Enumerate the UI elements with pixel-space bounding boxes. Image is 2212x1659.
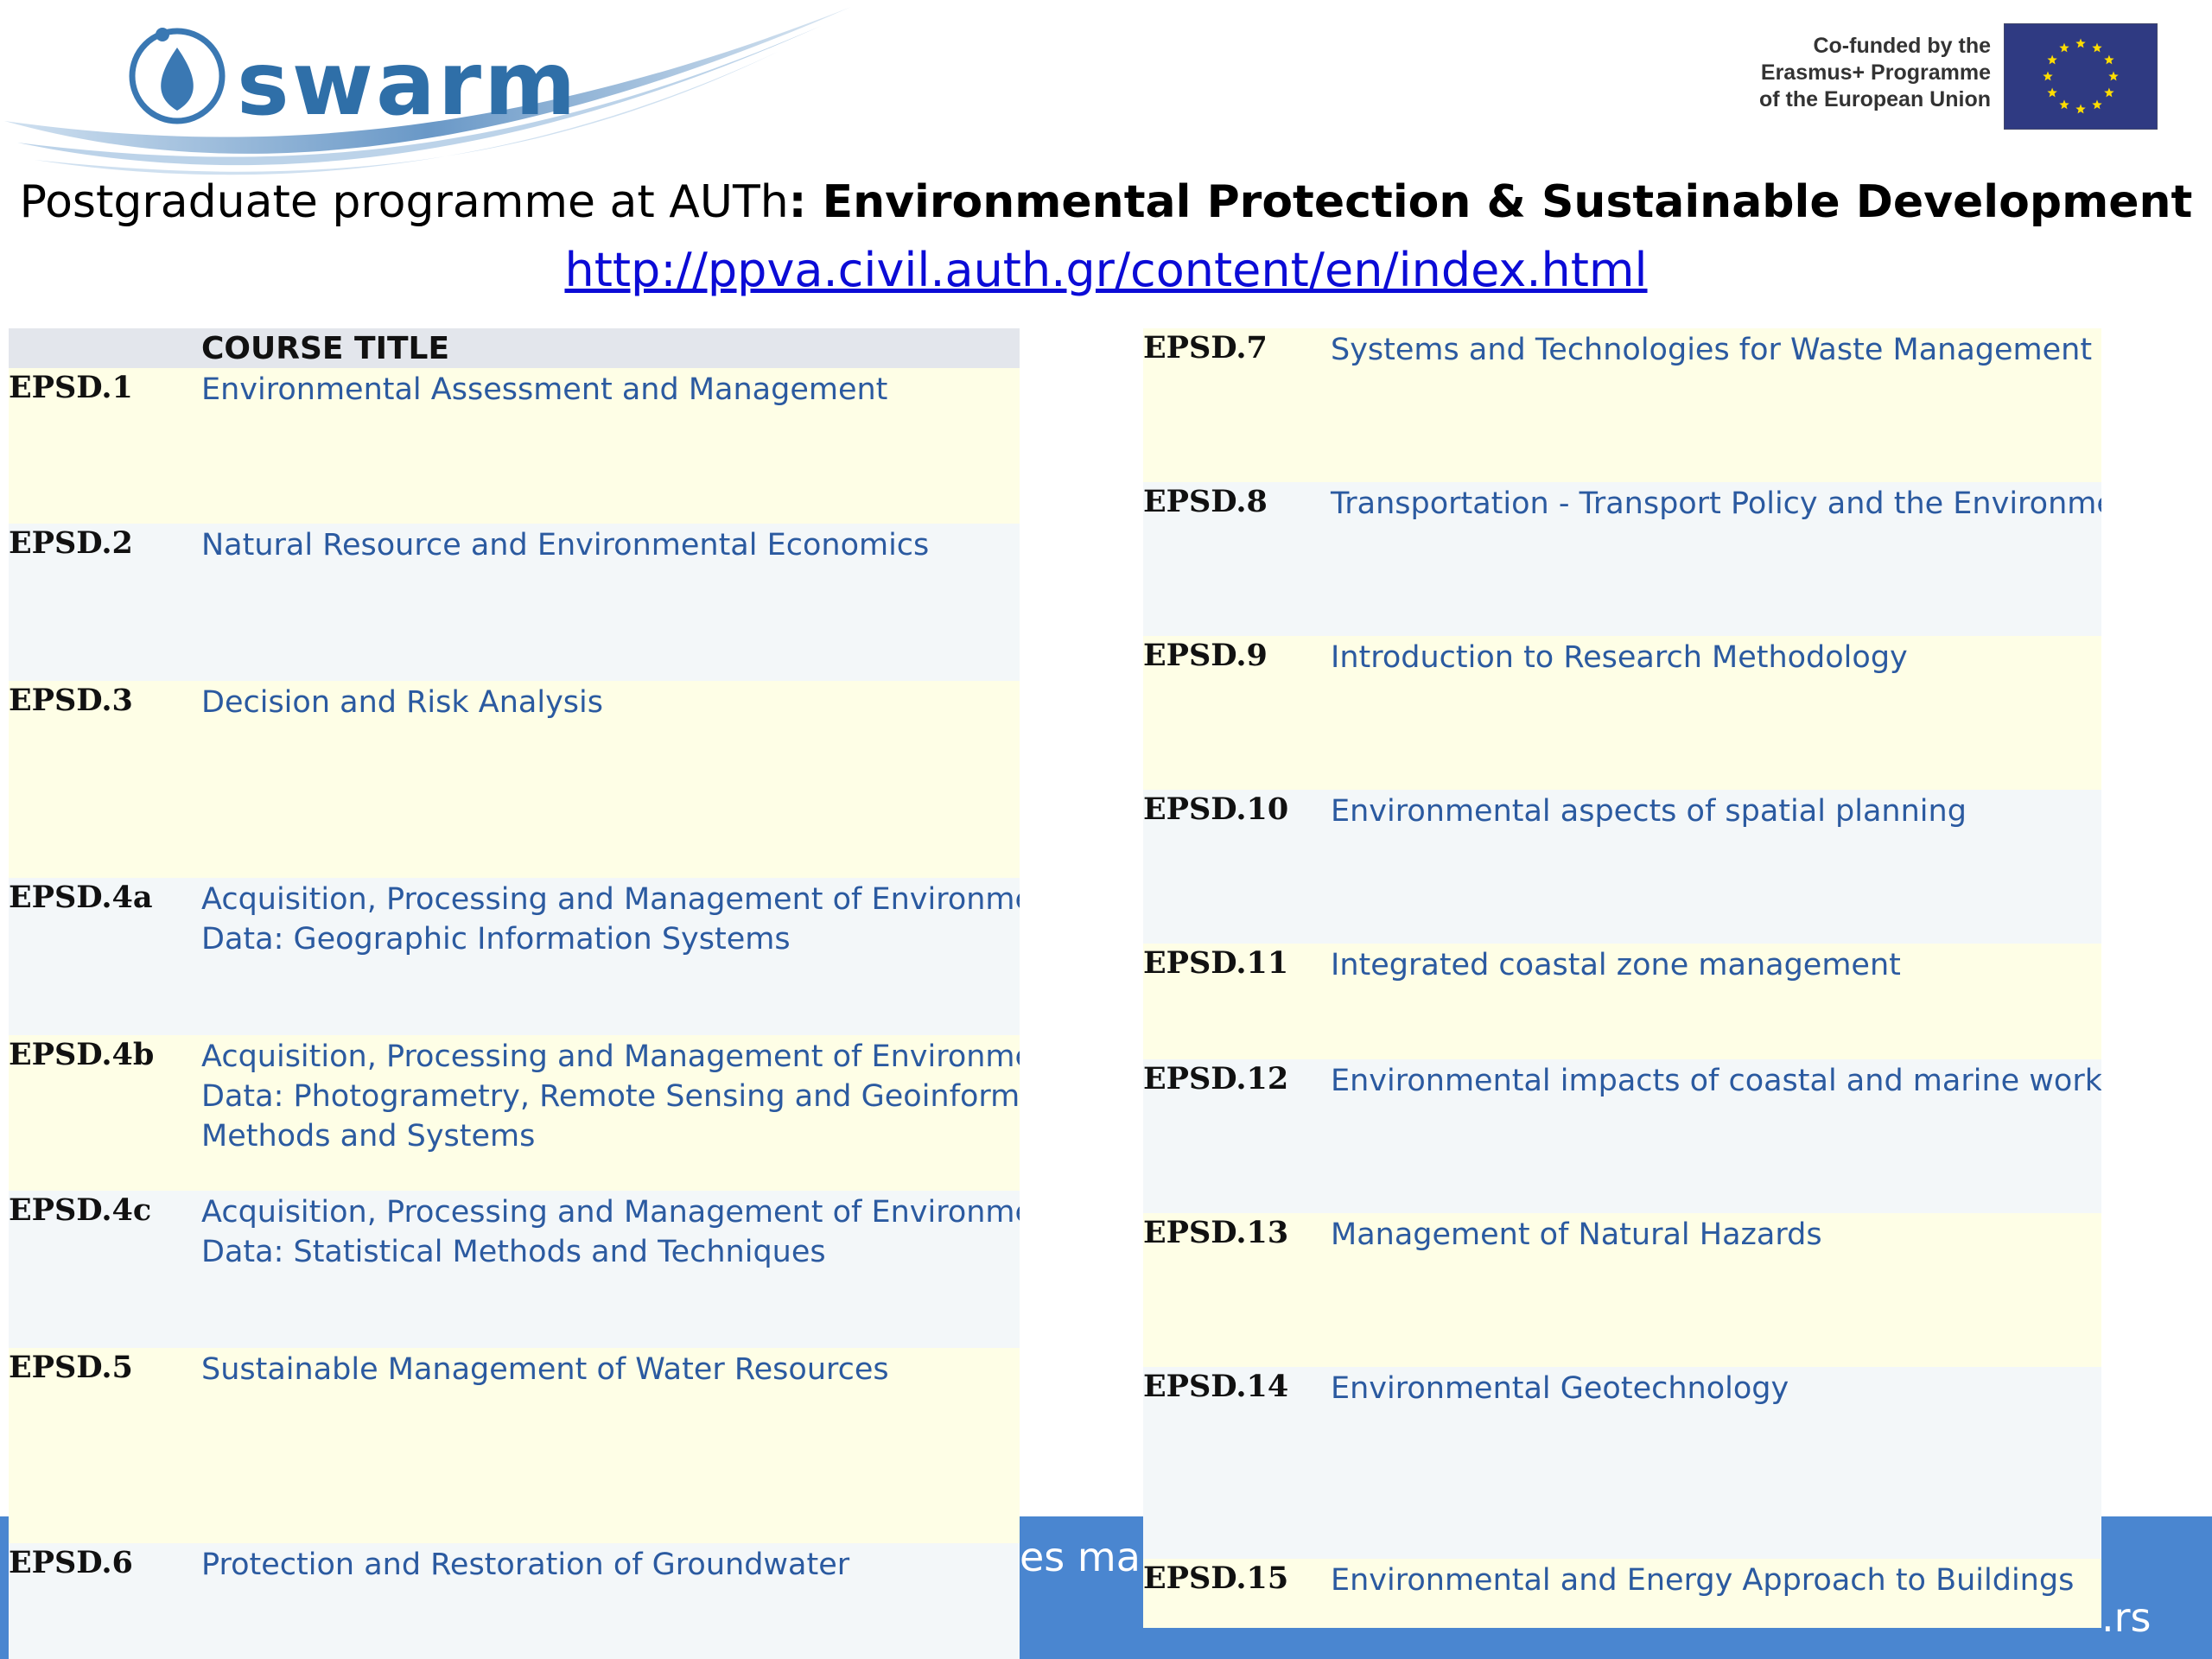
- course-code: EPSD.10: [1143, 791, 1289, 827]
- course-row: EPSD.5 Sustainable Management of Water Re…: [9, 1348, 1020, 1543]
- course-code: EPSD.9: [1143, 638, 1268, 673]
- course-title: Environmental impacts of coastal and mar…: [1331, 1061, 2101, 1101]
- course-title-line: Management of Natural Hazards: [1331, 1217, 1822, 1252]
- programme-link[interactable]: http://ppva.civil.auth.gr/content/en/ind…: [0, 243, 2212, 297]
- course-table-left: COURSE TITLE EPSD.1 Environmental Assessm…: [9, 328, 1020, 1659]
- course-title-line: Environmental aspects of spatial plannin…: [1331, 794, 1967, 829]
- course-row: EPSD.9 Introduction to Research Methodolo…: [1143, 636, 2101, 790]
- course-title-line: Introduction to Research Methodology: [1331, 640, 1908, 675]
- course-table-right: EPSD.7 Systems and Technologies for Waste…: [1143, 328, 2101, 1659]
- course-title-line: Environmental Geotechnology: [1331, 1371, 1789, 1406]
- course-title: Protection and Restoration of Groundwate…: [201, 1545, 849, 1585]
- course-title-line: Natural Resource and Environmental Econo…: [201, 528, 930, 563]
- course-row: EPSD.11 Integrated coastal zone managemen…: [1143, 944, 2101, 1059]
- page-title-prefix: Postgraduate programme at AUTh: [19, 176, 789, 228]
- course-code: EPSD.2: [9, 525, 133, 561]
- course-title: Acquisition, Processing and Management o…: [201, 1037, 1020, 1156]
- course-code: EPSD.3: [9, 683, 133, 718]
- course-table-header: COURSE TITLE: [9, 328, 1020, 368]
- course-title-line: Data: Statistical Methods and Techniques: [201, 1235, 826, 1269]
- course-title: Introduction to Research Methodology: [1331, 638, 1908, 677]
- course-row: EPSD.10 Environmental aspects of spatial …: [1143, 790, 2101, 944]
- course-code: EPSD.15: [1143, 1560, 1289, 1596]
- course-title-line: Data: Photogrametry, Remote Sensing and …: [201, 1079, 1020, 1114]
- eu-funding-line: of the European Union: [1758, 87, 1991, 111]
- course-row: EPSD.2 Natural Resource and Environmental…: [9, 524, 1020, 681]
- course-title: Environmental Geotechnology: [1331, 1369, 1789, 1408]
- course-title-line: Environmental Assessment and Management: [201, 372, 888, 407]
- course-row: EPSD.7 Systems and Technologies for Waste…: [1143, 328, 2101, 482]
- course-row: EPSD.15 Environmental and Energy Approach…: [1143, 1559, 2101, 1628]
- course-code: EPSD.4c: [9, 1192, 152, 1228]
- eu-funding-line: Co-funded by the: [1813, 34, 1991, 58]
- course-row: EPSD.12 Environmental impacts of coastal …: [1143, 1059, 2101, 1213]
- course-title-line: Environmental and Energy Approach to Bui…: [1331, 1563, 2075, 1598]
- course-code: EPSD.4b: [9, 1037, 155, 1072]
- course-row: EPSD.4a Acquisition, Processing and Manag…: [9, 878, 1020, 1035]
- course-title: Environmental and Energy Approach to Bui…: [1331, 1560, 2074, 1600]
- course-code: EPSD.12: [1143, 1061, 1289, 1096]
- course-title-line: Environmental impacts of coastal and mar…: [1331, 1064, 2101, 1098]
- course-title-line: Sustainable Management of Water Resource…: [201, 1352, 889, 1387]
- course-title-line: Data: Geographic Information Systems: [201, 922, 791, 957]
- course-row: EPSD.3 Decision and Risk Analysis: [9, 681, 1020, 878]
- course-row: EPSD.4b Acquisition, Processing and Manag…: [9, 1035, 1020, 1191]
- course-code: EPSD.1: [9, 370, 133, 405]
- course-code: EPSD.5: [9, 1350, 133, 1385]
- course-title: Decision and Risk Analysis: [201, 683, 603, 722]
- course-title-line: Acquisition, Processing and Management o…: [201, 882, 1020, 917]
- course-code: EPSD.14: [1143, 1369, 1289, 1404]
- course-title-line: Acquisition, Processing and Management o…: [201, 1195, 1020, 1230]
- course-row: EPSD.13 Management of Natural Hazards: [1143, 1213, 2101, 1367]
- course-title: Integrated coastal zone management: [1331, 945, 1901, 985]
- eu-flag-icon: [2004, 23, 2158, 130]
- course-row: EPSD.4c Acquisition, Processing and Manag…: [9, 1191, 1020, 1348]
- course-rows: EPSD.1 Environmental Assessment and Manag…: [9, 368, 1020, 1659]
- course-code: EPSD.7: [1143, 330, 1268, 365]
- course-code: EPSD.13: [1143, 1215, 1289, 1250]
- course-title-line: Transportation - Transport Policy and th…: [1331, 486, 2101, 521]
- course-title: Systems and Technologies for Waste Manag…: [1331, 330, 2092, 370]
- course-title: Management of Natural Hazards: [1331, 1215, 1822, 1255]
- course-title: Acquisition, Processing and Management o…: [201, 880, 1020, 959]
- page-title-bold: : Environmental Protection & Sustainable…: [788, 176, 2193, 228]
- footer-text-fragment: es ma: [1020, 1534, 1141, 1580]
- course-title-line: Decision and Risk Analysis: [201, 685, 603, 720]
- swarm-logo-text: swarm: [237, 33, 579, 136]
- course-title-line: Protection and Restoration of Groundwate…: [201, 1548, 850, 1582]
- footer-text-fragment: .rs: [2101, 1594, 2152, 1641]
- course-title-header: COURSE TITLE: [201, 331, 450, 366]
- course-title: Transportation - Transport Policy and th…: [1331, 484, 2101, 524]
- course-title: Environmental aspects of spatial plannin…: [1331, 791, 1967, 831]
- course-code: EPSD.11: [1143, 945, 1289, 981]
- course-title-line: Integrated coastal zone management: [1331, 948, 1901, 982]
- course-title: Sustainable Management of Water Resource…: [201, 1350, 889, 1389]
- course-title-line: Methods and Systems: [201, 1119, 536, 1154]
- course-title: Environmental Assessment and Management: [201, 370, 887, 410]
- course-row: EPSD.14 Environmental Geotechnology: [1143, 1367, 2101, 1559]
- course-rows: EPSD.7 Systems and Technologies for Waste…: [1143, 328, 2101, 1628]
- course-code: EPSD.8: [1143, 484, 1268, 519]
- eu-funding-text: Co-funded by the Erasmus+ Programme of t…: [1694, 33, 1991, 113]
- course-row: EPSD.6 Protection and Restoration of Grou…: [9, 1543, 1020, 1659]
- course-title: Acquisition, Processing and Management o…: [201, 1192, 1020, 1272]
- course-row: EPSD.1 Environmental Assessment and Manag…: [9, 368, 1020, 524]
- course-title-line: Systems and Technologies for Waste Manag…: [1331, 333, 2093, 367]
- course-code: EPSD.4a: [9, 880, 153, 915]
- page-title: Postgraduate programme at AUTh: Environm…: [0, 176, 2212, 228]
- course-row: EPSD.8 Transportation - Transport Policy …: [1143, 482, 2101, 636]
- course-title-line: Acquisition, Processing and Management o…: [201, 1039, 1020, 1074]
- course-code: EPSD.6: [9, 1545, 133, 1580]
- eu-funding-line: Erasmus+ Programme: [1760, 60, 1991, 85]
- course-title: Natural Resource and Environmental Econo…: [201, 525, 929, 565]
